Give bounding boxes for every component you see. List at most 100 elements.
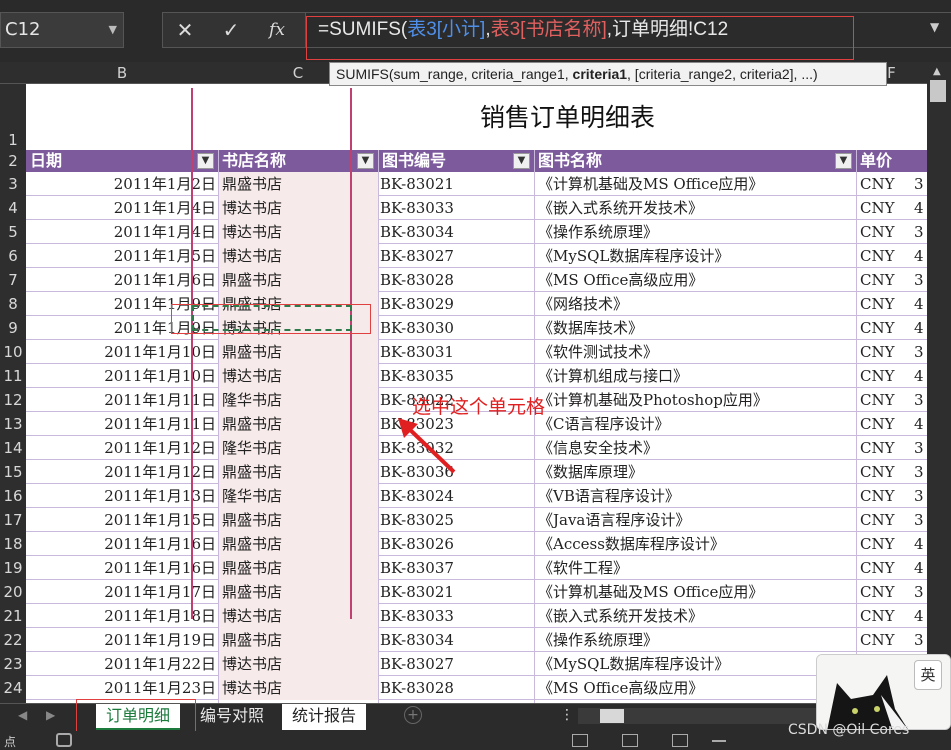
row-number[interactable]: 10 xyxy=(0,340,26,364)
table-cell[interactable]: 《嵌入式系统开发技术》 xyxy=(534,196,856,220)
table-cell[interactable]: 4 xyxy=(914,292,927,316)
table-cell[interactable]: 博达书店 xyxy=(218,652,378,676)
table-cell[interactable]: 4 xyxy=(914,364,927,388)
chevron-up-icon[interactable]: ▲ xyxy=(933,66,941,77)
row-number[interactable]: 1 xyxy=(0,128,26,152)
table-cell[interactable]: 《网络技术》 xyxy=(534,292,856,316)
table-cell[interactable]: 3 xyxy=(914,436,927,460)
row-number[interactable]: 11 xyxy=(0,364,26,388)
table-cell[interactable]: 《数据库原理》 xyxy=(534,460,856,484)
scroll-thumb[interactable] xyxy=(600,709,624,723)
filter-dropdown-icon[interactable]: ▼ xyxy=(835,153,852,169)
row-number[interactable]: 7 xyxy=(0,268,26,292)
table-cell[interactable]: 《MySQL数据库程序设计》 xyxy=(534,244,856,268)
table-cell[interactable]: BK-83033 xyxy=(378,604,534,628)
table-cell[interactable]: 2011年1月10日 xyxy=(26,364,218,388)
more-icon[interactable]: ⋮ xyxy=(560,707,574,723)
table-cell[interactable]: 《计算机基础及MS Office应用》 xyxy=(534,580,856,604)
table-cell[interactable]: 《VB语言程序设计》 xyxy=(534,484,856,508)
zoom-out-icon[interactable] xyxy=(712,740,726,742)
table-cell[interactable]: 4 xyxy=(914,316,927,340)
row-number[interactable]: 18 xyxy=(0,532,26,556)
table-header-cell[interactable]: 单价 xyxy=(856,150,927,172)
row-number[interactable]: 20 xyxy=(0,580,26,604)
page-break-icon[interactable] xyxy=(672,734,688,747)
table-cell[interactable]: 4 xyxy=(914,532,927,556)
table-cell[interactable]: 3 xyxy=(914,340,927,364)
table-cell[interactable]: 《计算机基础及MS Office应用》 xyxy=(534,172,856,196)
table-cell[interactable]: 3 xyxy=(914,220,927,244)
table-cell[interactable]: BK-83029 xyxy=(378,292,534,316)
ime-indicator[interactable]: 英 xyxy=(914,660,942,690)
table-cell[interactable]: 《Access数据库程序设计》 xyxy=(534,532,856,556)
table-cell[interactable]: BK-83026 xyxy=(378,532,534,556)
table-cell[interactable]: 《操作系统原理》 xyxy=(534,220,856,244)
chevron-left-icon[interactable]: ◀ xyxy=(18,708,27,722)
table-cell[interactable]: 《C语言程序设计》 xyxy=(534,412,856,436)
table-cell[interactable]: 2011年1月23日 xyxy=(26,676,218,700)
table-cell[interactable]: 2011年1月16日 xyxy=(26,532,218,556)
cancel-icon[interactable]: ✕ xyxy=(165,13,205,47)
table-cell[interactable]: BK-83021 xyxy=(378,172,534,196)
table-cell[interactable]: 《操作系统原理》 xyxy=(534,628,856,652)
table-cell[interactable]: 3 xyxy=(914,388,927,412)
table-cell[interactable]: 2011年1月4日 xyxy=(26,196,218,220)
row-number[interactable]: 15 xyxy=(0,460,26,484)
row-number[interactable]: 5 xyxy=(0,220,26,244)
row-number[interactable]: 13 xyxy=(0,412,26,436)
table-cell[interactable]: 3 xyxy=(914,580,927,604)
row-number[interactable]: 6 xyxy=(0,244,26,268)
table-cell[interactable]: 3 xyxy=(914,484,927,508)
table-cell[interactable]: 2011年1月6日 xyxy=(26,268,218,292)
table-cell[interactable]: BK-83033 xyxy=(378,196,534,220)
row-number[interactable]: 9 xyxy=(0,316,26,340)
row-number[interactable]: 23 xyxy=(0,652,26,676)
table-cell[interactable]: 《软件测试技术》 xyxy=(534,340,856,364)
macro-icon[interactable] xyxy=(56,733,72,747)
table-cell[interactable]: 博达书店 xyxy=(218,676,378,700)
name-box[interactable]: C12 ▼ xyxy=(0,12,124,48)
table-cell[interactable]: 2011年1月11日 xyxy=(26,412,218,436)
scroll-thumb[interactable] xyxy=(930,80,946,102)
table-cell[interactable]: 4 xyxy=(914,412,927,436)
table-cell[interactable]: 2011年1月4日 xyxy=(26,220,218,244)
table-cell[interactable]: 3 xyxy=(914,460,927,484)
table-cell[interactable]: BK-83035 xyxy=(378,364,534,388)
table-header-cell[interactable]: 日期 xyxy=(26,150,218,172)
page-layout-icon[interactable] xyxy=(622,734,638,747)
tab-code-mapping[interactable]: 编号对照 xyxy=(190,704,274,730)
row-number[interactable]: 14 xyxy=(0,436,26,460)
row-number[interactable]: 12 xyxy=(0,388,26,412)
row-number[interactable]: 4 xyxy=(0,196,26,220)
table-cell[interactable]: 《软件工程》 xyxy=(534,556,856,580)
table-cell[interactable]: BK-83027 xyxy=(378,244,534,268)
table-cell[interactable]: 《MS Office高级应用》 xyxy=(534,676,856,700)
add-sheet-icon[interactable]: + xyxy=(404,706,422,724)
row-number[interactable]: 24 xyxy=(0,676,26,700)
table-cell[interactable]: BK-83028 xyxy=(378,676,534,700)
table-cell[interactable]: 2011年1月22日 xyxy=(26,652,218,676)
table-cell[interactable]: BK-83021 xyxy=(378,580,534,604)
table-cell[interactable]: 2011年1月10日 xyxy=(26,340,218,364)
table-cell[interactable]: 2011年1月17日 xyxy=(26,580,218,604)
table-cell[interactable]: BK-83037 xyxy=(378,556,534,580)
column-header-b[interactable]: B xyxy=(26,62,218,84)
enter-icon[interactable]: ✓ xyxy=(211,13,251,47)
row-number[interactable]: 17 xyxy=(0,508,26,532)
table-cell[interactable]: 《嵌入式系统开发技术》 xyxy=(534,604,856,628)
table-cell[interactable]: 《计算机组成与接口》 xyxy=(534,364,856,388)
insert-function-button[interactable]: fx xyxy=(257,13,297,47)
row-number[interactable]: 8 xyxy=(0,292,26,316)
title-cell[interactable]: 销售订单明细表 xyxy=(26,84,927,150)
table-cell[interactable]: 3 xyxy=(914,268,927,292)
table-header-cell[interactable]: 图书名称 xyxy=(534,150,856,172)
chevron-down-icon[interactable]: ▼ xyxy=(930,20,939,34)
table-cell[interactable]: 《信息安全技术》 xyxy=(534,436,856,460)
selected-cell[interactable] xyxy=(192,305,352,331)
filter-dropdown-icon[interactable]: ▼ xyxy=(513,153,530,169)
table-cell[interactable]: BK-83030 xyxy=(378,316,534,340)
table-cell[interactable]: 《MS Office高级应用》 xyxy=(534,268,856,292)
table-cell[interactable]: BK-83031 xyxy=(378,340,534,364)
table-cell[interactable]: 3 xyxy=(914,508,927,532)
table-cell[interactable]: 2011年1月18日 xyxy=(26,604,218,628)
